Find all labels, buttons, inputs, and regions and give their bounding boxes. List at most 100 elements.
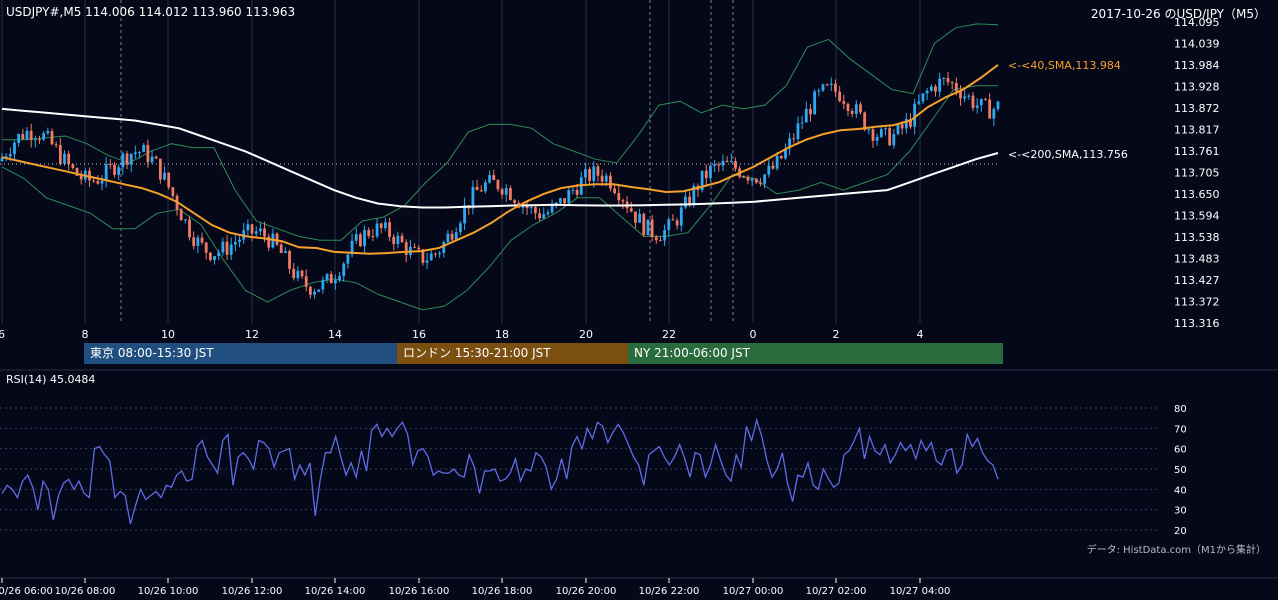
candle-body: [138, 152, 141, 154]
candle-body: [367, 230, 371, 237]
candle-body: [671, 219, 675, 221]
candle-body: [121, 153, 125, 168]
session-tokyo: 東京 08:00-15:30 JST: [84, 343, 397, 364]
candle-body: [338, 276, 341, 281]
date-tick-label: 10/27 02:00: [806, 586, 867, 597]
hour-tick-label: 2: [833, 328, 840, 341]
candle-body: [321, 279, 325, 290]
candle-body: [950, 82, 954, 84]
candle-body: [575, 189, 579, 195]
candle-body: [800, 122, 804, 124]
candle-body: [288, 251, 291, 269]
price-tick-label: 113.427: [1174, 274, 1220, 287]
candle-body: [475, 186, 479, 191]
hour-tick-label: 12: [245, 328, 259, 341]
candle-body: [942, 78, 946, 80]
candle-body: [584, 169, 587, 178]
candle-body: [104, 164, 108, 181]
candle-body: [546, 212, 550, 215]
date-tick-label: 10/26 10:00: [138, 586, 199, 597]
candle-body: [596, 166, 600, 176]
candle-body: [946, 78, 950, 83]
candle-body: [892, 134, 896, 146]
candle-body: [133, 152, 137, 154]
candle-body: [488, 175, 491, 183]
candle-body: [779, 155, 783, 159]
candle-body: [154, 156, 158, 159]
candle-body: [317, 289, 321, 292]
price-tick-label: 113.594: [1174, 210, 1220, 223]
candle-body: [988, 99, 992, 119]
candle-body: [654, 236, 658, 241]
date-tick-label: 10/27 04:00: [890, 586, 951, 597]
price-axis: 114.095114.039113.984113.928113.872113.8…: [1174, 16, 1220, 330]
hour-tick-label: 18: [495, 328, 509, 341]
candle-body: [709, 165, 712, 179]
candle-body: [313, 291, 316, 295]
date-tick-label: 10/26 06:00: [0, 586, 53, 597]
candle-body: [675, 220, 679, 226]
candle-body: [300, 270, 304, 277]
candle-body: [742, 176, 746, 178]
candle-body: [729, 160, 733, 163]
candle-body: [813, 91, 817, 115]
date-tick-label: 10/26 16:00: [389, 586, 450, 597]
date-tick-label: 10/26 20:00: [556, 586, 617, 597]
candle-body: [254, 231, 258, 234]
candle-body: [713, 164, 717, 166]
price-tick-label: 113.372: [1174, 296, 1220, 309]
candle-body: [734, 160, 737, 169]
date-tick-label: 10/27 00:00: [723, 586, 784, 597]
candle-body: [58, 145, 62, 164]
candle-body: [96, 180, 100, 184]
candle-body: [913, 103, 917, 127]
candle-body: [646, 219, 650, 235]
candle-body: [642, 213, 646, 235]
candle-body: [113, 164, 116, 175]
candle-body: [192, 237, 196, 247]
candle-body: [509, 188, 512, 201]
candle-body: [617, 192, 621, 201]
price-tick-label: 113.817: [1174, 124, 1220, 137]
candle-body: [667, 219, 671, 231]
price-tick-label: 113.483: [1174, 253, 1220, 266]
candle-body: [213, 256, 216, 261]
candle-body: [283, 251, 287, 253]
candle-body: [592, 166, 596, 181]
candle-body: [621, 200, 625, 202]
candle-body: [158, 158, 162, 180]
candle-body: [354, 234, 358, 241]
candle-body: [588, 169, 591, 181]
candle-body: [825, 84, 829, 86]
candle-body: [442, 242, 446, 253]
candle-body: [650, 219, 654, 237]
candle-body: [454, 232, 458, 240]
candle-body: [979, 98, 983, 106]
candle-body: [954, 82, 958, 92]
price-tick-label: 113.650: [1174, 188, 1220, 201]
candle-body: [233, 241, 237, 245]
chart-stage: 114.095114.039113.984113.928113.872113.8…: [0, 0, 1278, 600]
candle-body: [200, 237, 204, 243]
hour-tick-label: 14: [328, 328, 342, 341]
candle-body: [834, 83, 837, 92]
candle-body: [279, 244, 283, 253]
candle-body: [167, 172, 171, 188]
rsi-tick-label: 40: [1174, 485, 1187, 496]
candle-body: [21, 134, 25, 140]
candle-body: [875, 136, 879, 141]
candle-body: [446, 233, 450, 243]
candle-body: [429, 253, 433, 261]
candle-body: [975, 105, 979, 108]
candle-body: [29, 130, 33, 141]
candle-body: [763, 174, 767, 184]
candle-body: [567, 190, 571, 204]
candle-body: [704, 170, 708, 179]
candle-body: [967, 95, 971, 97]
candle-body: [379, 223, 383, 228]
candle-body: [925, 90, 929, 94]
hour-tick-label: 20: [579, 328, 593, 341]
candle-body: [183, 219, 187, 221]
candle-body: [108, 164, 112, 166]
chart-title: 2017-10-26 のUSD/JPY（M5）: [1090, 7, 1266, 21]
